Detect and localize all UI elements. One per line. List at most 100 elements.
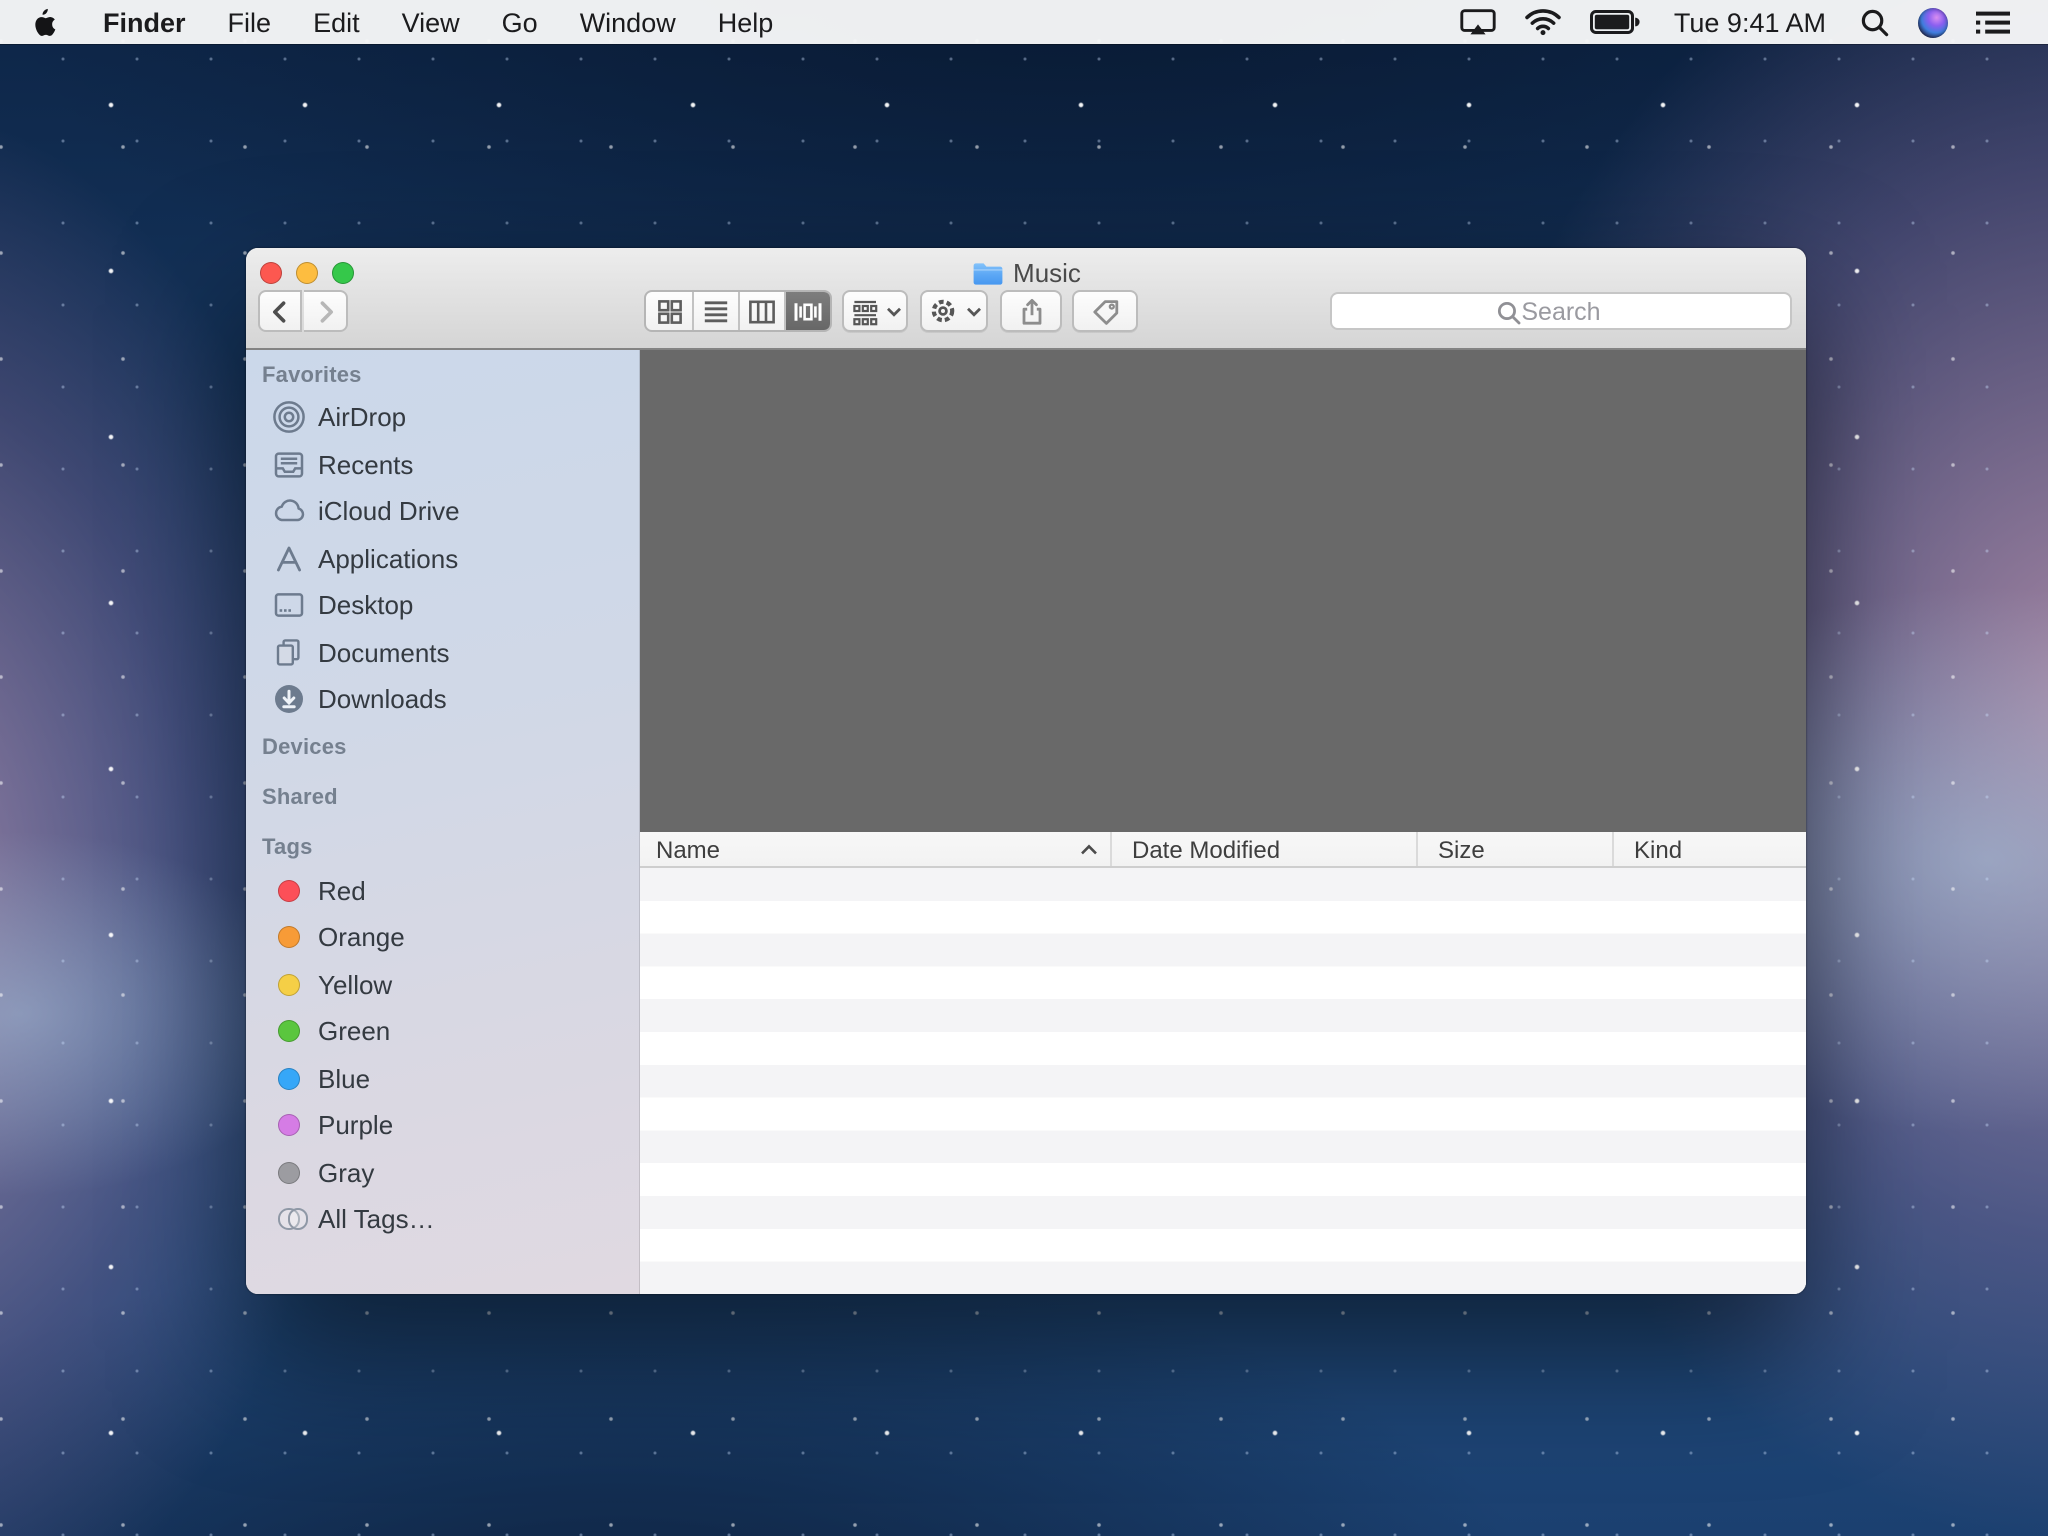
tag-purple[interactable]: Purple [246,1102,640,1149]
column-header-size[interactable]: Size [1418,832,1614,866]
recents-icon [272,448,306,482]
notification-center-icon[interactable] [1962,0,2024,44]
sidebar-item-label: iCloud Drive [318,497,460,527]
cover-flow-icon [792,295,824,327]
minimize-button[interactable] [296,262,318,284]
tag-blue[interactable]: Blue [246,1055,640,1102]
navigation-buttons [258,290,348,332]
airdrop-icon [272,401,306,435]
traffic-lights [260,262,354,284]
sidebar-item-documents[interactable]: Documents [246,629,640,676]
tag-icon [1089,295,1121,327]
window-title: Music [1013,257,1081,287]
list-view-button[interactable] [692,292,738,330]
chevron-down-icon [885,305,901,317]
tag-orange[interactable]: Orange [246,914,640,961]
chevron-down-icon [966,305,982,317]
search-input[interactable] [1332,295,1790,329]
column-label: Size [1438,835,1485,863]
column-label: Date Modified [1132,835,1280,863]
column-label: Name [656,835,720,863]
file-list-rows [640,868,1806,1294]
desktop: Finder File Edit View Go Window Help [0,0,2048,1536]
menu-edit[interactable]: Edit [292,0,381,44]
arrange-button[interactable] [842,290,908,332]
tag-label: Purple [318,1111,393,1141]
action-button[interactable] [920,290,988,332]
cover-flow-view-button[interactable] [784,292,830,330]
column-header-kind[interactable]: Kind [1614,832,1806,866]
finder-window: Music [246,248,1806,1294]
sidebar-item-applications[interactable]: Applications [246,535,640,582]
sidebar-item-label: Documents [318,638,450,668]
close-button[interactable] [260,262,282,284]
sidebar-item-airdrop[interactable]: AirDrop [246,394,640,441]
folder-proxy-icon [971,259,1003,285]
tag-label: All Tags… [318,1205,435,1235]
apple-menu[interactable] [0,0,82,44]
sidebar-item-label: Applications [318,544,458,574]
airplay-icon[interactable] [1446,0,1510,44]
sidebar-item-downloads[interactable]: Downloads [246,676,640,723]
sidebar-item-label: Desktop [318,591,413,621]
downloads-icon [272,683,306,717]
tag-gray[interactable]: Gray [246,1149,640,1196]
tag-color-dot [278,974,300,996]
column-header-date-modified[interactable]: Date Modified [1112,832,1418,866]
menu-bar-clock[interactable]: Tue 9:41 AM [1654,7,1846,37]
menu-window[interactable]: Window [559,0,697,44]
share-icon [1015,295,1047,327]
sidebar-section-devices: Devices [246,733,640,761]
tag-button[interactable] [1072,290,1138,332]
back-button[interactable] [258,290,302,332]
battery-icon[interactable] [1576,0,1654,44]
icon-view-button[interactable] [646,292,692,330]
sidebar-item-desktop[interactable]: Desktop [246,582,640,629]
spotlight-icon[interactable] [1846,0,1904,44]
menu-view[interactable]: View [381,0,481,44]
tag-color-dot [278,1162,300,1184]
icloud-icon [272,495,306,529]
wifi-icon[interactable] [1510,0,1576,44]
sidebar-item-icloud-drive[interactable]: iCloud Drive [246,488,640,535]
tag-label: Yellow [318,970,392,1000]
search-icon [1495,300,1521,326]
list-column-headers: Name Date Modified Size Kind [640,832,1806,868]
list-view-icon [700,295,732,327]
siri-icon[interactable] [1904,0,1962,44]
menu-help[interactable]: Help [697,0,795,44]
sidebar: Favorites AirDrop Recents [246,350,640,1294]
tag-label: Blue [318,1064,370,1094]
tag-green[interactable]: Green [246,1008,640,1055]
window-chrome: Music [246,248,1806,350]
menu-go[interactable]: Go [481,0,559,44]
sidebar-item-label: AirDrop [318,403,406,433]
column-view-button[interactable] [738,292,784,330]
column-label: Kind [1634,835,1682,863]
share-button[interactable] [1000,290,1062,332]
main-pane: Name Date Modified Size Kind [640,350,1806,1294]
tag-yellow[interactable]: Yellow [246,961,640,1008]
sidebar-section-shared: Shared [246,783,640,811]
tag-label: Red [318,876,366,906]
chevron-left-icon [264,295,296,327]
sidebar-item-recents[interactable]: Recents [246,441,640,488]
zoom-button[interactable] [332,262,354,284]
tag-color-dot [278,880,300,902]
tag-red[interactable]: Red [246,867,640,914]
tag-label: Gray [318,1158,374,1188]
column-header-name[interactable]: Name [640,832,1112,866]
tag-all-tags[interactable]: All Tags… [246,1196,640,1243]
column-view-icon [746,295,778,327]
forward-button[interactable] [304,290,348,332]
sort-ascending-icon [1080,843,1098,855]
toolbar-search [1330,292,1792,330]
tag-label: Green [318,1017,390,1047]
sidebar-item-label: Recents [318,450,413,480]
sidebar-section-favorites: Favorites [246,362,640,390]
menu-file[interactable]: File [207,0,293,44]
sidebar-item-label: Downloads [318,685,447,715]
menu-finder[interactable]: Finder [82,0,207,44]
gear-icon [926,294,960,328]
tag-color-dot [278,1021,300,1043]
